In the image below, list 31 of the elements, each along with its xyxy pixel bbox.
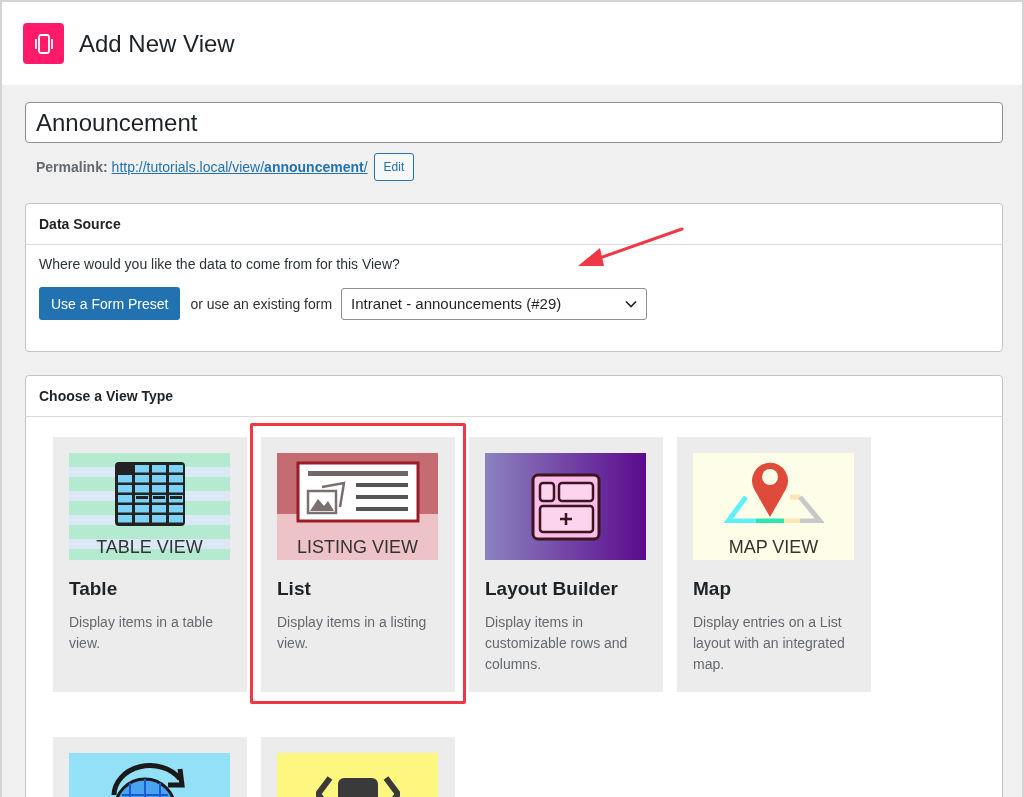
view-type-description: Display entries on a List layout with an integrated map. <box>693 613 846 674</box>
view-type-name: List <box>277 578 312 600</box>
view-type-name: Map <box>693 578 732 600</box>
permalink-link[interactable]: http://tutorials.local/view/announcement/ <box>111 159 368 175</box>
panel-heading: Data Source <box>39 216 121 232</box>
table-grid-icon <box>113 461 186 527</box>
view-type-card[interactable]: Layout Builder Display items in customizable rows and columns. <box>469 437 663 692</box>
view-type-card[interactable]: TABLE VIEW Table Display items in a table view. <box>53 437 247 692</box>
layout-blocks-icon <box>530 472 601 541</box>
view-type-description: Display items in customizable rows and columns. <box>485 613 629 674</box>
form-select[interactable]: Intranet - announcements (#29) <box>341 287 648 320</box>
form-preset-button[interactable]: Use a Form Preset <box>39 287 181 320</box>
title-field[interactable]: Announcement <box>25 102 1003 143</box>
app-logo-icon <box>23 23 64 64</box>
thumbnail-caption: MAP VIEW <box>728 537 819 558</box>
permalink-label: Permalink: <box>36 159 108 175</box>
view-type-card[interactable]: LISTING VIEW List Display items in a listing view. <box>261 437 455 692</box>
view-type-card[interactable]: MAP VIEW Map Display entries on a List layout with an integrated map. <box>677 437 871 692</box>
chevron-down-icon <box>625 299 638 308</box>
thumbnail-caption: TABLE VIEW <box>96 537 203 558</box>
view-type-name: Table <box>69 578 119 600</box>
thumbnail-caption: LISTING VIEW <box>297 537 418 558</box>
page-title: Add New View <box>79 29 235 58</box>
panel-heading: Choose a View Type <box>39 388 174 404</box>
view-type-name: Layout Builder <box>485 578 619 600</box>
view-type-description: Display items in a table view. <box>69 613 214 653</box>
question-text: Where would you like the data to come from for this View? <box>39 256 401 272</box>
view-type-description: Display items in a listing view. <box>277 613 428 653</box>
or-text: or use an existing form <box>190 295 333 312</box>
listing-card-icon <box>295 461 420 523</box>
edit-button[interactable]: Edit <box>373 153 415 181</box>
